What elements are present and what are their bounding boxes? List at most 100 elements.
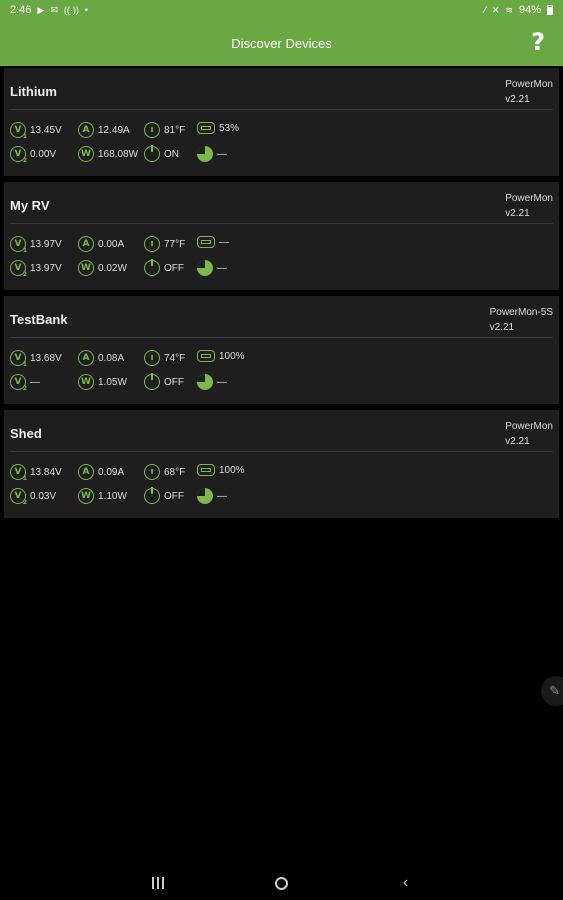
current-value: 0.09A xyxy=(98,466,125,478)
device-model: PowerMon v2.21 xyxy=(505,77,553,107)
help-button[interactable]: ? xyxy=(531,28,545,56)
pie-chart-icon xyxy=(197,146,213,162)
soc-metric: — xyxy=(197,236,229,248)
remaining-metric: — xyxy=(197,488,227,504)
battery-percent: 94% xyxy=(518,4,541,16)
soc-metric: 100% xyxy=(197,464,245,476)
device-name: Lithium xyxy=(10,84,57,99)
soc-value: — xyxy=(219,236,229,248)
power-state-metric: OFF xyxy=(144,259,184,276)
app-bar: Discover Devices ? xyxy=(0,20,563,66)
temperature-value: 81°F xyxy=(164,124,186,136)
remaining-metric: — xyxy=(197,374,227,390)
thermometer-icon: ı xyxy=(144,236,160,252)
status-bar: 2:46 ▶ ✉ ((·)) • ⁄ ✕ ≋ 94% xyxy=(0,0,563,20)
current-metric: A 0.09A xyxy=(78,464,124,480)
voltage-1-icon: V1 xyxy=(10,350,27,368)
device-model: PowerMon v2.21 xyxy=(505,419,553,449)
device-card[interactable]: Shed PowerMon v2.21 V1 13.84V A 0.09A ı … xyxy=(4,410,559,518)
temperature-metric: ı 68°F xyxy=(144,464,185,480)
voltage-2-icon: V2 xyxy=(10,374,27,392)
voltage-2-metric: V2 13.97V xyxy=(10,260,62,278)
remaining-value: — xyxy=(217,376,227,388)
voltage-1-icon: V1 xyxy=(10,464,27,482)
stylus-icon: ⁄ xyxy=(484,4,486,15)
power-state-value: OFF xyxy=(164,490,184,502)
power-icon xyxy=(144,145,160,162)
device-version: v2.21 xyxy=(505,436,530,447)
temperature-metric: ı 77°F xyxy=(144,236,185,252)
voltage-1-metric: V1 13.97V xyxy=(10,236,62,254)
status-time: 2:46 xyxy=(10,4,32,16)
power-watts-icon: W xyxy=(78,374,94,390)
voltage-2-value: — xyxy=(30,376,40,388)
device-card[interactable]: TestBank PowerMon-5S v2.21 V1 13.68V A 0… xyxy=(4,296,559,404)
device-list: Lithium PowerMon v2.21 V1 13.45V A 12.49… xyxy=(4,68,559,524)
current-icon: A xyxy=(78,464,94,480)
soc-metric: 53% xyxy=(197,122,239,134)
back-button[interactable]: ‹ xyxy=(394,874,418,892)
voltage-1-value: 13.45V xyxy=(30,124,62,136)
soc-value: 53% xyxy=(219,122,240,134)
device-version: v2.21 xyxy=(505,208,530,219)
divider xyxy=(10,451,553,452)
device-model: PowerMon v2.21 xyxy=(505,191,553,221)
temperature-value: 68°F xyxy=(164,466,186,478)
divider xyxy=(10,337,553,338)
pencil-icon: ✎ xyxy=(549,683,560,698)
voltage-1-value: 13.68V xyxy=(30,352,62,364)
recent-apps-button[interactable] xyxy=(146,877,170,889)
device-model: PowerMon-5S v2.21 xyxy=(490,305,553,335)
power-watts-icon: W xyxy=(78,260,94,276)
device-version: v2.21 xyxy=(489,322,515,333)
current-icon: A xyxy=(78,122,94,138)
device-version: v2.21 xyxy=(505,94,530,105)
watts-metric: W 0.02W xyxy=(78,260,127,276)
thermometer-icon: ı xyxy=(144,122,160,138)
watts-value: 0.02W xyxy=(98,262,127,274)
current-icon: A xyxy=(78,350,94,366)
current-metric: A 0.00A xyxy=(78,236,124,252)
pie-chart-icon xyxy=(197,488,213,504)
device-model-name: PowerMon xyxy=(505,79,553,90)
device-name: TestBank xyxy=(10,312,68,327)
power-state-value: ON xyxy=(164,148,179,160)
voltage-2-value: 0.03V xyxy=(30,490,57,502)
device-card[interactable]: My RV PowerMon v2.21 V1 13.97V A 0.00A ı… xyxy=(4,182,559,290)
voltage-2-icon: V2 xyxy=(10,260,27,278)
watts-value: 1.10W xyxy=(98,490,127,502)
voltage-1-value: 13.84V xyxy=(30,466,62,478)
voltage-2-metric: V2 0.03V xyxy=(10,488,57,506)
voltage-2-metric: V2 0.00V xyxy=(10,146,57,164)
power-icon xyxy=(144,373,160,390)
temperature-metric: ı 74°F xyxy=(144,350,185,366)
home-icon xyxy=(275,876,288,890)
divider xyxy=(10,223,553,224)
current-metric: A 12.49A xyxy=(78,122,130,138)
device-model-name: PowerMon xyxy=(505,421,553,432)
power-icon xyxy=(144,487,160,504)
play-icon: ▶ xyxy=(37,4,45,15)
soc-value: 100% xyxy=(219,350,245,362)
edge-panel-handle[interactable]: ✎ xyxy=(541,676,563,706)
navigation-bar: ‹ xyxy=(0,866,563,900)
device-card[interactable]: Lithium PowerMon v2.21 V1 13.45V A 12.49… xyxy=(4,68,559,176)
temperature-metric: ı 81°F xyxy=(144,122,185,138)
voltage-1-metric: V1 13.45V xyxy=(10,122,62,140)
voltage-2-value: 0.00V xyxy=(30,148,57,160)
thermometer-icon: ı xyxy=(144,350,160,366)
voltage-1-metric: V1 13.84V xyxy=(10,464,62,482)
dot-icon: • xyxy=(84,4,89,15)
temperature-value: 74°F xyxy=(164,352,186,364)
power-icon xyxy=(144,259,160,276)
watts-metric: W 1.10W xyxy=(78,488,127,504)
power-watts-icon: W xyxy=(78,488,94,504)
remaining-value: — xyxy=(217,490,227,502)
home-button[interactable] xyxy=(270,876,294,890)
power-state-value: OFF xyxy=(164,376,184,388)
page-title: Discover Devices xyxy=(231,35,332,51)
current-value: 0.00A xyxy=(98,238,125,250)
watts-value: 168.08W xyxy=(98,148,139,160)
voltage-1-icon: V1 xyxy=(10,236,27,254)
voltage-2-value: 13.97V xyxy=(30,262,62,274)
